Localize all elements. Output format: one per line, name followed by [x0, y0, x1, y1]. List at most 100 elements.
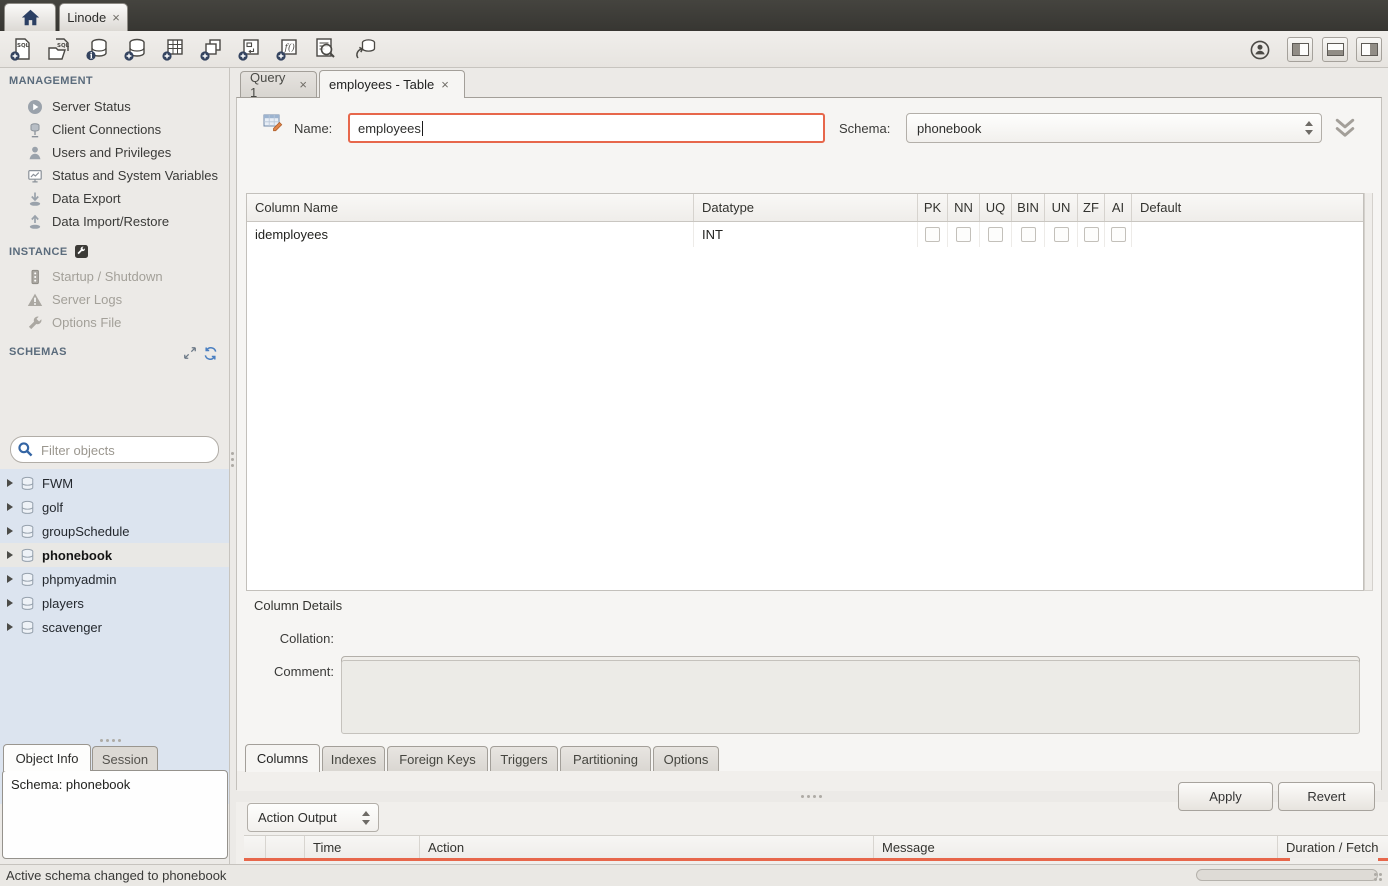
checkbox-un[interactable]	[1054, 227, 1069, 242]
comment-textarea[interactable]	[341, 660, 1360, 734]
grid-scrollbar[interactable]	[1364, 193, 1373, 591]
toggle-bottom-panel-button[interactable]	[1322, 37, 1348, 62]
expander-icon[interactable]	[7, 623, 13, 631]
schema-tree-item-fwm[interactable]: FWM	[0, 471, 229, 495]
column-header-ai[interactable]: AI	[1105, 194, 1132, 221]
close-icon[interactable]: ×	[299, 78, 307, 91]
chevron-double-down-icon[interactable]	[1332, 118, 1358, 138]
person-circle-icon[interactable]	[1249, 39, 1271, 61]
expand-schemas-icon[interactable]	[183, 346, 197, 360]
tab-session[interactable]: Session	[92, 746, 158, 771]
sidebar-item-client-connections[interactable]: Client Connections	[0, 118, 228, 141]
sidebar-item-status-variables[interactable]: Status and System Variables	[0, 164, 228, 187]
schema-tree-item-players[interactable]: players	[0, 591, 229, 615]
new-function-button[interactable]: f()	[274, 36, 300, 62]
schema-select[interactable]: phonebook	[906, 113, 1322, 143]
schema-tree-item-phpmyadmin[interactable]: phpmyadmin	[0, 567, 229, 591]
stepper-arrows-icon[interactable]	[1305, 121, 1314, 135]
schema-filter-input[interactable]	[39, 440, 215, 461]
open-sql-file-button[interactable]: SQL	[46, 36, 72, 62]
new-view-button[interactable]	[198, 36, 224, 62]
column-header-bin[interactable]: BIN	[1012, 194, 1045, 221]
tab-employees-table[interactable]: employees - Table ×	[319, 70, 465, 98]
ao-col-duration[interactable]: Duration / Fetch	[1278, 836, 1388, 858]
subtab-options[interactable]: Options	[653, 746, 719, 772]
new-table-button[interactable]	[160, 36, 186, 62]
table-name-input[interactable]: employees	[348, 113, 825, 143]
horizontal-scrollbar[interactable]	[1196, 869, 1378, 881]
toggle-right-panel-button[interactable]	[1356, 37, 1382, 62]
expander-icon[interactable]	[7, 527, 13, 535]
checkbox-pk[interactable]	[925, 227, 940, 242]
sidebar-item-options-file[interactable]: Options File	[0, 311, 228, 334]
schema-tree-item-scavenger[interactable]: scavenger	[0, 615, 229, 639]
schema-tree-item-phonebook[interactable]: phonebook	[0, 543, 229, 567]
action-output-select[interactable]: Action Output	[247, 803, 379, 832]
column-header-name[interactable]: Column Name	[247, 194, 694, 221]
refresh-schemas-icon[interactable]	[203, 346, 218, 361]
revert-button[interactable]: Revert	[1278, 782, 1375, 811]
connection-tab[interactable]: Linode ×	[59, 3, 128, 31]
checkbox-zf[interactable]	[1084, 227, 1099, 242]
column-header-nn[interactable]: NN	[948, 194, 980, 221]
ao-col-action[interactable]: Action	[420, 836, 874, 858]
expander-icon[interactable]	[7, 599, 13, 607]
column-header-zf[interactable]: ZF	[1078, 194, 1105, 221]
sidebar-item-users-privileges[interactable]: Users and Privileges	[0, 141, 228, 164]
database-icon	[20, 524, 35, 539]
checkbox-nn[interactable]	[956, 227, 971, 242]
checkbox-uq[interactable]	[988, 227, 1003, 242]
sidebar-item-data-export[interactable]: Data Export	[0, 187, 228, 210]
table-row[interactable]: idemployees INT	[247, 222, 1363, 247]
subtab-foreign-keys[interactable]: Foreign Keys	[387, 746, 488, 772]
close-icon[interactable]: ×	[441, 78, 449, 91]
database-icon	[20, 620, 35, 635]
subtab-partitioning[interactable]: Partitioning	[560, 746, 651, 772]
column-header-un[interactable]: UN	[1045, 194, 1078, 221]
column-header-datatype[interactable]: Datatype	[694, 194, 918, 221]
checkbox-bin[interactable]	[1021, 227, 1036, 242]
sidebar-item-server-status[interactable]: Server Status	[0, 95, 228, 118]
column-header-uq[interactable]: UQ	[980, 194, 1012, 221]
reconnect-db-button[interactable]	[352, 36, 378, 62]
schema-info-button[interactable]: i	[84, 36, 110, 62]
cell-column-name[interactable]: idemployees	[247, 222, 694, 247]
checkbox-ai[interactable]	[1111, 227, 1126, 242]
new-schema-button[interactable]	[122, 36, 148, 62]
apply-button[interactable]: Apply	[1178, 782, 1273, 811]
sidebar-item-server-logs[interactable]: Server Logs	[0, 288, 228, 311]
schema-tree-item-groupschedule[interactable]: groupSchedule	[0, 519, 229, 543]
expander-icon[interactable]	[7, 479, 13, 487]
expander-icon[interactable]	[7, 503, 13, 511]
database-icon	[20, 500, 35, 515]
wrench-badge-icon[interactable]	[75, 245, 88, 258]
subtab-columns[interactable]: Columns	[245, 744, 320, 772]
new-procedure-button[interactable]	[236, 36, 262, 62]
column-header-default[interactable]: Default	[1132, 194, 1363, 221]
tab-object-info[interactable]: Object Info	[3, 744, 91, 771]
cell-default[interactable]	[1132, 222, 1363, 247]
close-icon[interactable]: ×	[112, 11, 120, 24]
tab-query-1[interactable]: Query 1 ×	[240, 71, 317, 97]
home-tab[interactable]	[4, 3, 56, 31]
ao-col-time[interactable]: Time	[305, 836, 420, 858]
sidebar-item-startup-shutdown[interactable]: Startup / Shutdown	[0, 265, 228, 288]
new-sql-tab-button[interactable]: SQL	[8, 36, 34, 62]
sidebar-splitter-handle[interactable]	[100, 739, 103, 742]
subtab-indexes[interactable]: Indexes	[322, 746, 385, 772]
home-icon	[20, 8, 41, 27]
expander-icon[interactable]	[7, 575, 13, 583]
connections-icon	[27, 122, 43, 138]
database-icon	[20, 476, 35, 491]
stepper-arrows-icon[interactable]	[362, 811, 371, 825]
search-data-button[interactable]	[312, 36, 338, 62]
ao-col-message[interactable]: Message	[874, 836, 1278, 858]
subtab-triggers[interactable]: Triggers	[490, 746, 558, 772]
expander-icon[interactable]	[7, 551, 13, 559]
toggle-left-panel-button[interactable]	[1287, 37, 1313, 62]
schema-tree-item-golf[interactable]: golf	[0, 495, 229, 519]
resize-grip[interactable]	[1374, 873, 1377, 876]
column-header-pk[interactable]: PK	[918, 194, 948, 221]
sidebar-item-data-import[interactable]: Data Import/Restore	[0, 210, 228, 233]
cell-datatype[interactable]: INT	[694, 222, 918, 247]
